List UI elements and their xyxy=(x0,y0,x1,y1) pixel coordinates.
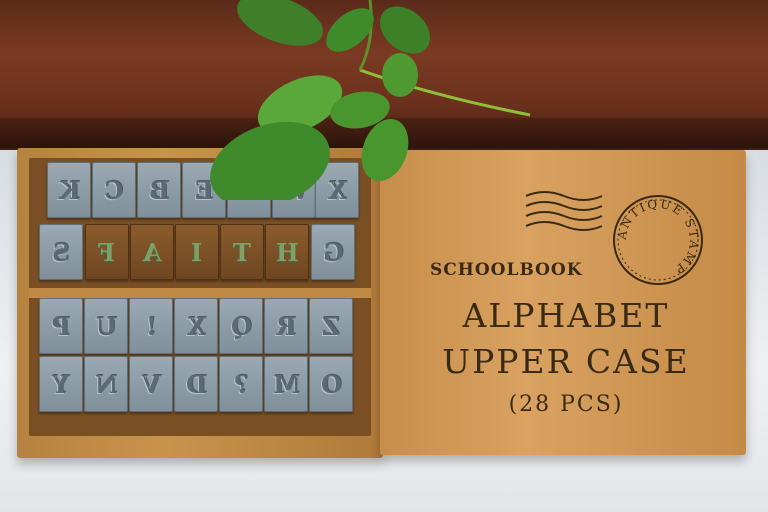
stamp-letter: S xyxy=(39,224,83,280)
title-line-2: UPPER CASE xyxy=(442,342,690,381)
antique-stamp-seal: ANTIQUE STAMP xyxy=(613,195,703,285)
stamp-letter: T xyxy=(220,224,264,280)
stamp-letter: U xyxy=(84,298,128,354)
tray-divider xyxy=(29,288,371,298)
stamp-letter: D xyxy=(174,356,218,412)
stamp-letter: R xyxy=(264,298,308,354)
stamp-letter: F xyxy=(85,224,129,280)
stamp-letter: O xyxy=(309,356,353,412)
stamp-letter: ! xyxy=(129,298,173,354)
stamp-letter: Q xyxy=(219,298,263,354)
stamp-letter: B xyxy=(137,162,181,218)
stamp-letter: N xyxy=(84,356,128,412)
stamp-letter: P xyxy=(39,298,83,354)
stamp-letter: H xyxy=(265,224,309,280)
stamp-letter: ? xyxy=(219,356,263,412)
schoolbook-label: SCHOOLBOOK xyxy=(430,260,583,280)
piece-count: (28 PCS) xyxy=(508,392,624,417)
stamp-letter: X xyxy=(174,298,218,354)
stamp-letter: K xyxy=(47,162,91,218)
stamp-letter: G xyxy=(311,224,355,280)
stamp-letter: V xyxy=(129,356,173,412)
stamp-letter: M xyxy=(264,356,308,412)
stamp-letter: A xyxy=(130,224,174,280)
photo-scene: K C B E W W X S F A I T H G P U ! X Q R … xyxy=(0,0,768,512)
stamp-letter: C xyxy=(92,162,136,218)
green-leaves xyxy=(210,0,531,200)
stamp-letter: I xyxy=(175,224,219,280)
title-line-1: ALPHABET xyxy=(462,296,670,335)
stamp-letter: Z xyxy=(309,298,353,354)
stamp-letter: Y xyxy=(39,356,83,412)
